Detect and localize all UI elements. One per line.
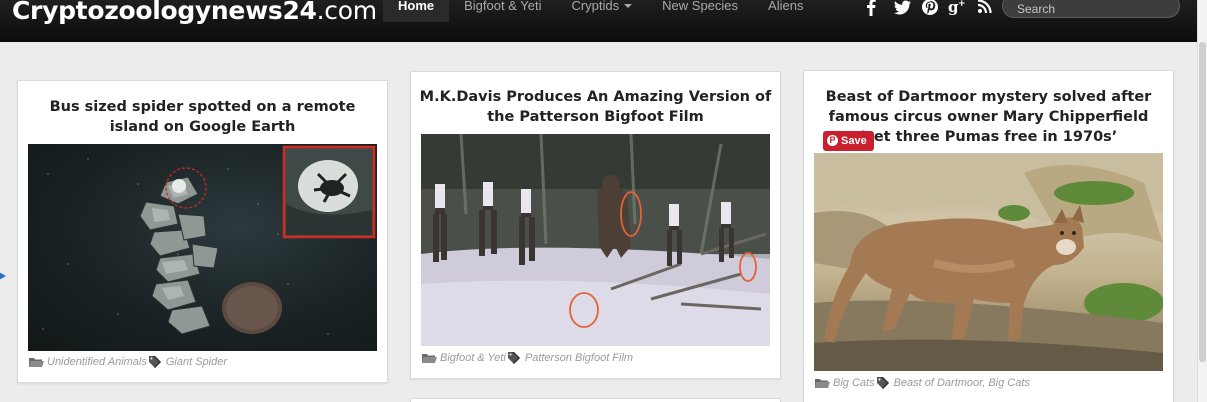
google-plus-icon[interactable]: g + — [946, 0, 968, 17]
post-title[interactable]: M.K.Davis Produces An Amazing Version of… — [411, 87, 780, 127]
pinterest-save-button[interactable]: P Save — [823, 131, 874, 151]
scrollbar-thumb[interactable] — [1199, 42, 1206, 362]
tag-link[interactable]: Beast of Dartmoor, Big Cats — [894, 377, 1030, 389]
arrow-right-icon[interactable] — [0, 272, 6, 280]
category-link[interactable]: Unidentified Animals — [47, 356, 147, 368]
tag-icon — [148, 356, 161, 368]
category-link[interactable]: Bigfoot & Yeti — [440, 352, 506, 364]
facebook-icon[interactable] — [860, 0, 882, 17]
main-menu: Home Bigfoot & Yeti Cryptids New Species… — [383, 0, 818, 22]
post-thumbnail-puma[interactable] — [814, 153, 1163, 371]
category-link[interactable]: Big Cats — [833, 377, 875, 389]
post-card-next — [410, 398, 781, 402]
post-meta: Unidentified Animals Giant Spider — [29, 356, 227, 368]
top-navigation-bar: Cryptozoologynews24.com Home Bigfoot & Y… — [0, 0, 1207, 42]
post-meta: Big Cats Beast of Dartmoor, Big Cats — [815, 377, 1030, 389]
nav-item-bigfoot-yeti[interactable]: Bigfoot & Yeti — [449, 0, 556, 22]
caret-down-icon — [624, 4, 633, 8]
nav-item-aliens[interactable]: Aliens — [753, 0, 818, 22]
save-label: Save — [841, 135, 867, 147]
post-card-1: Bus sized spider spotted on a remote isl… — [17, 80, 388, 383]
post-title[interactable]: Bus sized spider spotted on a remote isl… — [18, 97, 387, 137]
nav-item-new-species[interactable]: New Species — [647, 0, 753, 22]
tag-link[interactable]: Giant Spider — [166, 356, 227, 368]
pinterest-pin-icon: P — [827, 135, 838, 146]
post-meta: Bigfoot & Yeti Patterson Bigfoot Film — [422, 352, 633, 364]
tag-icon — [507, 352, 520, 364]
nav-item-home[interactable]: Home — [383, 0, 450, 22]
folder-icon — [29, 358, 44, 367]
nav-item-cryptids-label: Cryptids — [571, 0, 620, 13]
folder-icon — [422, 354, 437, 363]
post-thumbnail-bigfoot-film[interactable] — [421, 134, 770, 346]
nav-item-cryptids[interactable]: Cryptids — [556, 0, 647, 22]
rss-icon[interactable] — [974, 0, 996, 17]
twitter-icon[interactable] — [891, 0, 913, 17]
post-thumbnail-satellite-island[interactable] — [28, 144, 377, 351]
site-name: Cryptozoologynews24 — [12, 0, 317, 25]
svg-text:+: + — [958, 0, 966, 9]
post-card-3: Beast of Dartmoor mystery solved after f… — [803, 70, 1174, 402]
pinterest-icon[interactable] — [919, 0, 941, 17]
site-logo[interactable]: Cryptozoologynews24.com — [12, 0, 377, 25]
tag-icon — [876, 377, 889, 389]
folder-icon — [815, 379, 830, 388]
post-card-2: M.K.Davis Produces An Amazing Version of… — [410, 71, 781, 379]
site-tld: .com — [316, 0, 377, 25]
tag-link[interactable]: Patterson Bigfoot Film — [525, 352, 633, 364]
search-input[interactable] — [1002, 0, 1180, 18]
